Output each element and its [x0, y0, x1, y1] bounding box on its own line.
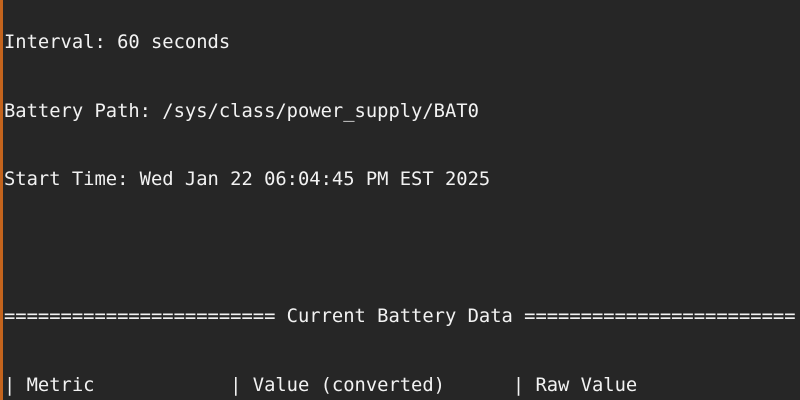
terminal-line-battery-path: Battery Path: /sys/class/power_supply/BA… — [4, 100, 479, 122]
table-title-rule: ======================== Current Battery… — [4, 306, 796, 327]
window-edge-accent-bar — [0, 0, 3, 400]
terminal-output: Interval: 60 seconds Battery Path: /sys/… — [4, 0, 800, 400]
terminal-line-interval: Interval: 60 seconds — [4, 32, 231, 53]
table-header-row: | Metric | Value (converted) | Raw Value… — [4, 374, 800, 396]
terminal-window[interactable]: Interval: 60 seconds Battery Path: /sys/… — [0, 0, 800, 400]
terminal-line-start-time: Start Time: Wed Jan 22 06:04:45 PM EST 2… — [4, 169, 491, 190]
